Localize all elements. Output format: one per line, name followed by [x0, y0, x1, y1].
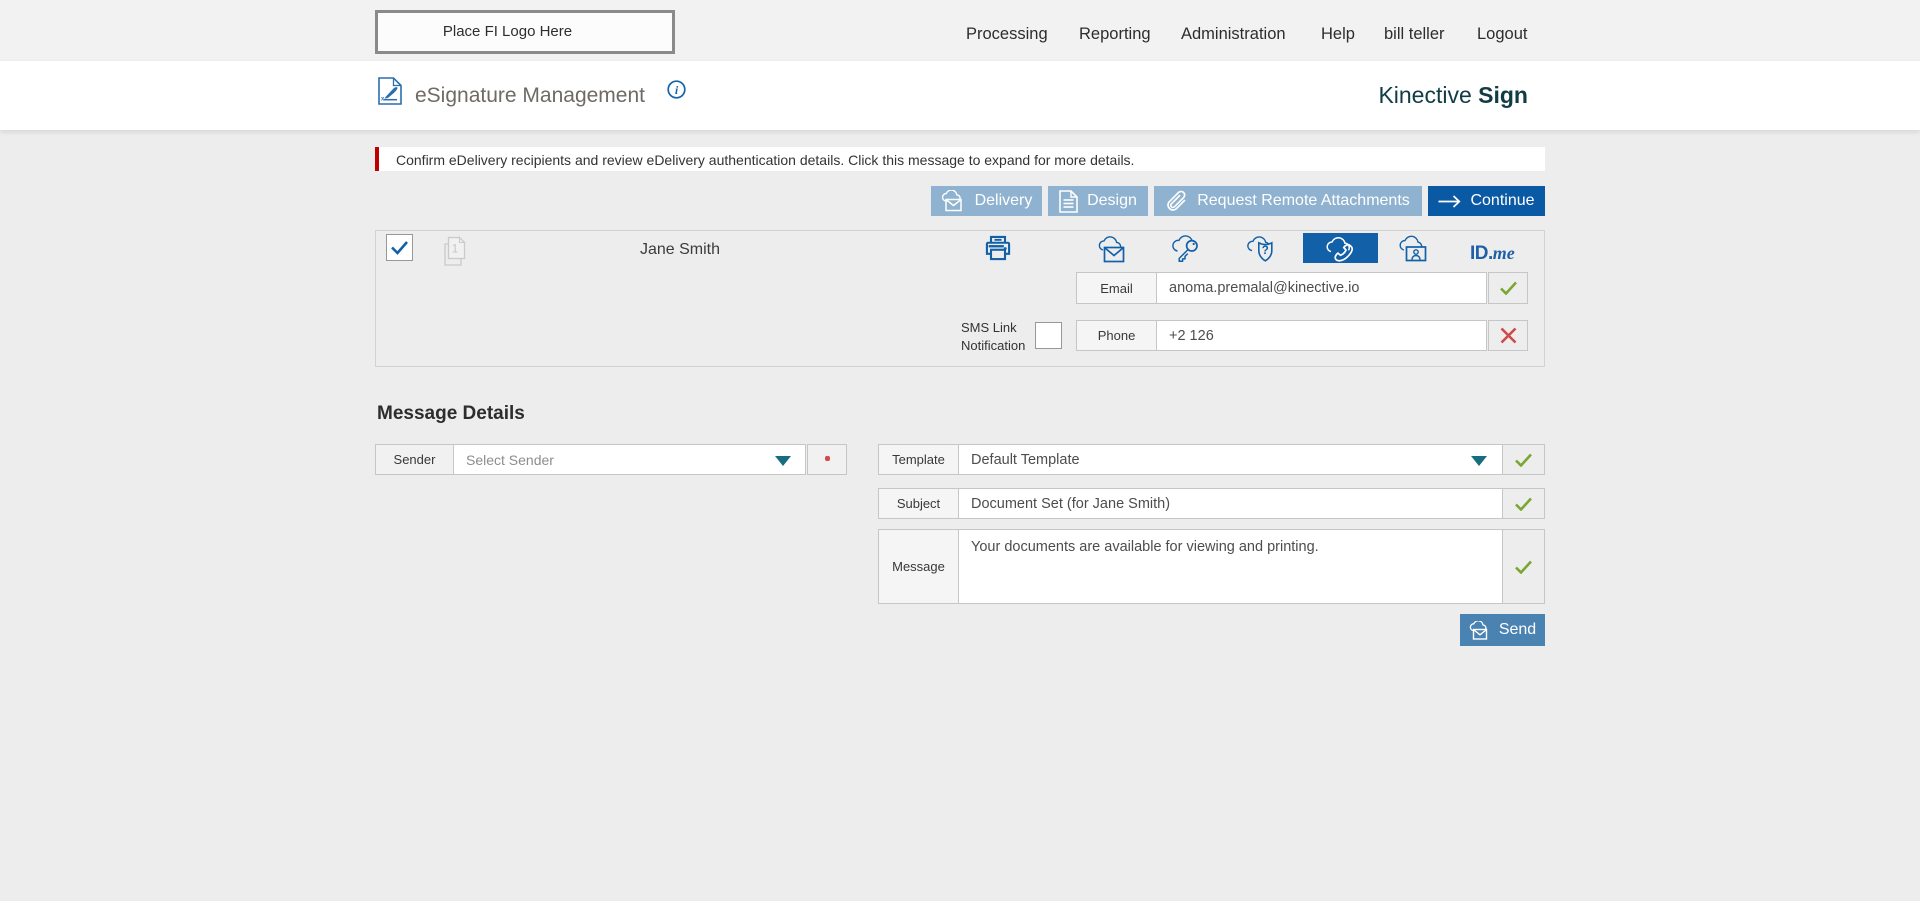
svg-text:?: ? [1262, 245, 1269, 257]
svg-text:i: i [675, 83, 679, 97]
svg-text:1: 1 [452, 242, 459, 256]
